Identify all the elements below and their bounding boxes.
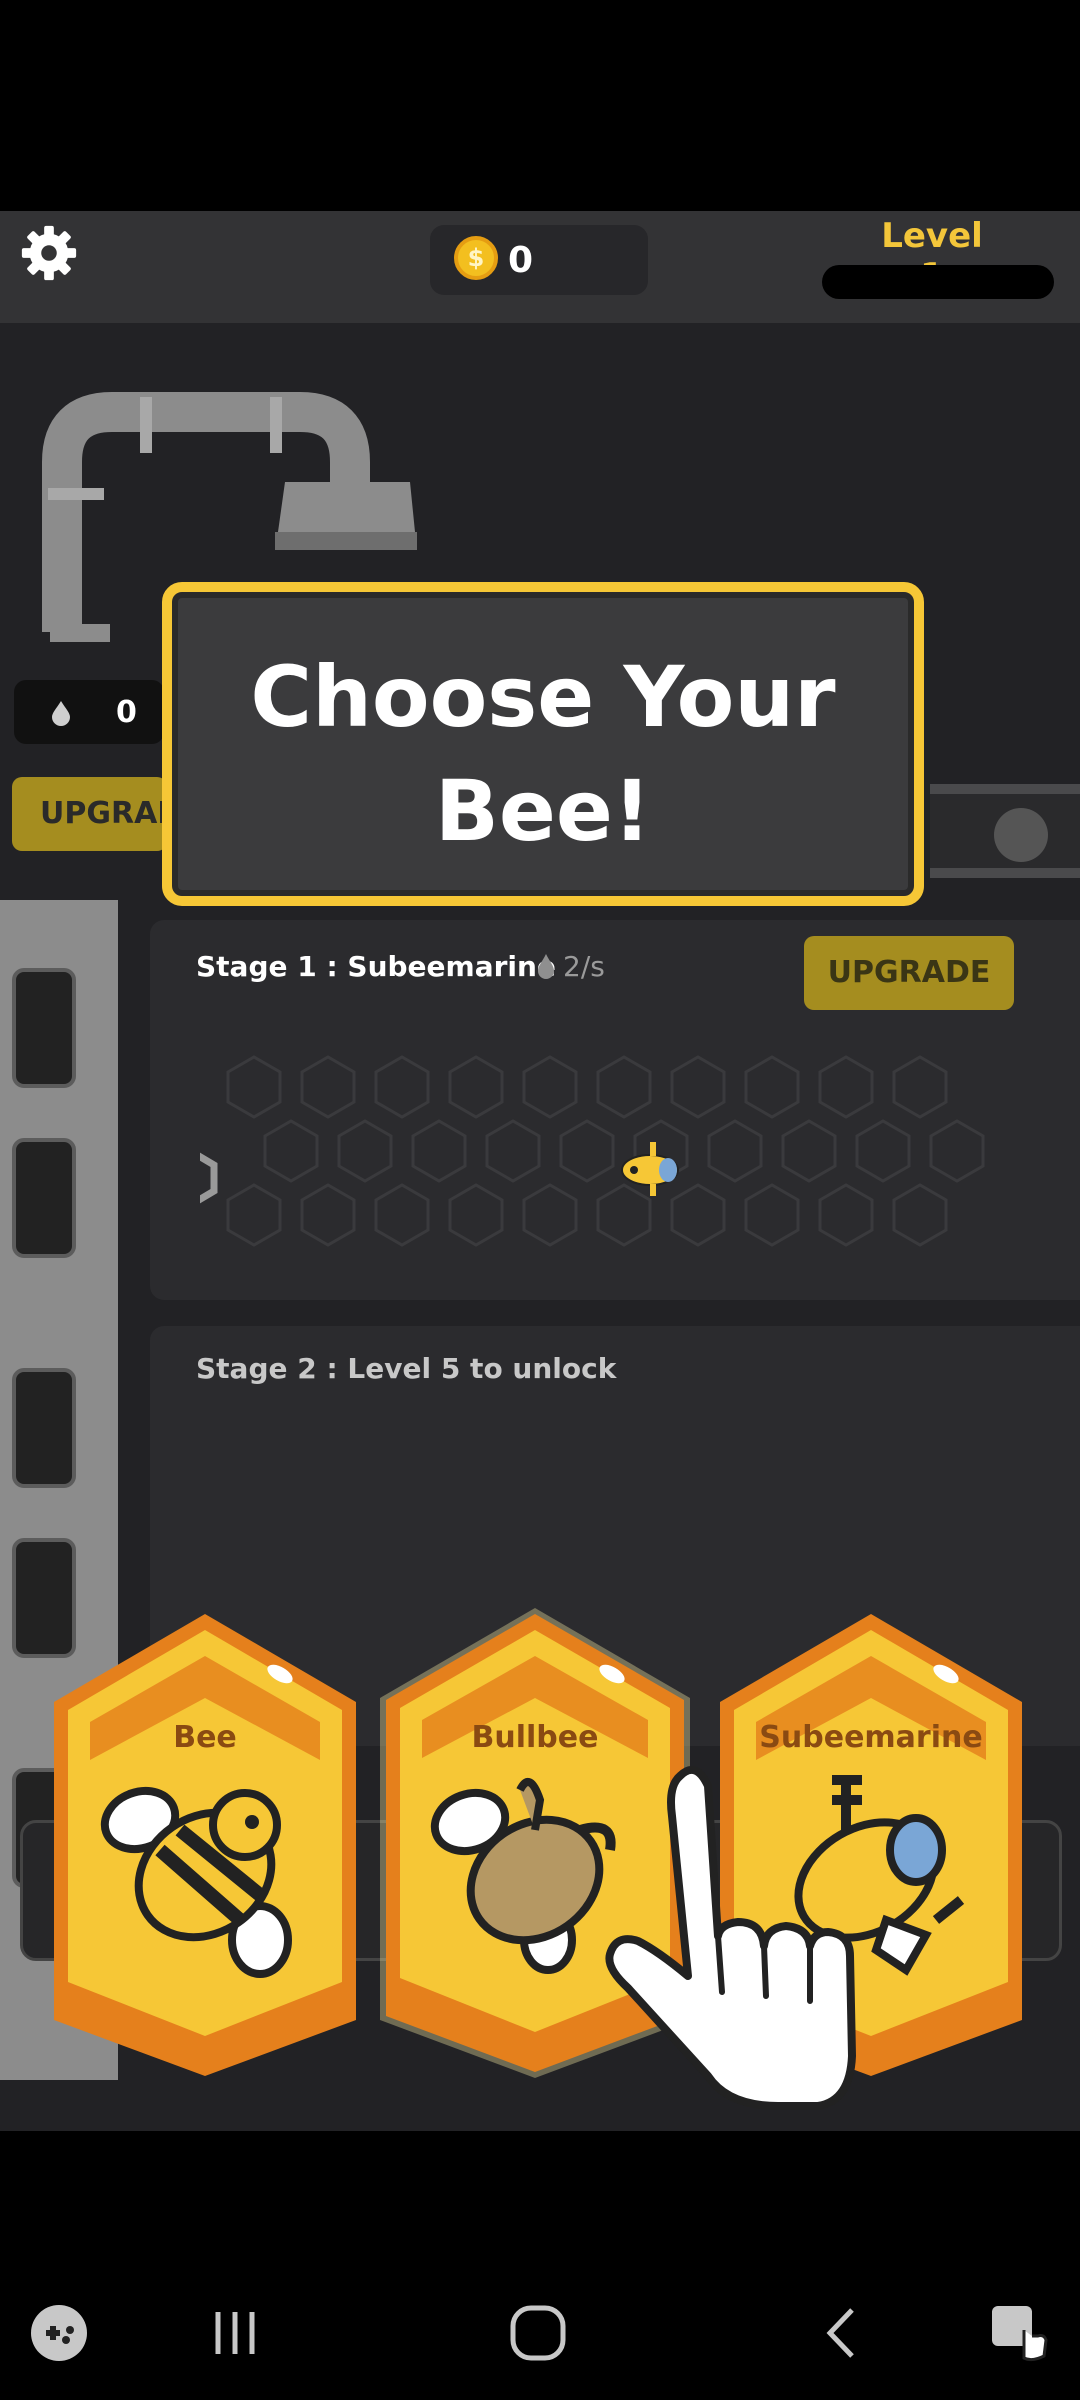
honey-amount-box xyxy=(14,680,164,744)
honey-drop-icon xyxy=(538,954,554,979)
dialog-title-line-1: Choose Your xyxy=(250,648,836,746)
level-progress-bar xyxy=(822,265,1054,299)
game-launcher-icon[interactable] xyxy=(26,2300,92,2366)
stage-1-upgrade-button[interactable]: UPGRADE xyxy=(804,936,1014,1010)
stage-1-title: Stage 1 : Subeemarine xyxy=(196,950,556,983)
conveyor-wheel-icon xyxy=(994,808,1048,862)
resource-upgrade-button[interactable]: UPGRAD xyxy=(12,777,167,851)
bee-card-label: Bee xyxy=(173,1720,237,1755)
stage-2-title: Stage 2 : Level 5 to unlock xyxy=(196,1352,617,1385)
recent-apps-icon[interactable] xyxy=(202,2300,268,2366)
bee-card-bee[interactable]: Bee xyxy=(50,1610,360,2080)
accessibility-icon[interactable] xyxy=(986,2300,1052,2366)
honey-amount: 0 xyxy=(116,695,137,730)
home-icon[interactable] xyxy=(505,2300,571,2366)
subeemarine-card-label: Subeemarine xyxy=(759,1720,983,1755)
gear-icon[interactable] xyxy=(18,222,80,284)
tower-window xyxy=(12,968,76,1088)
coin-value: 0 xyxy=(508,240,534,281)
dialog-title: Choose Your Bee! xyxy=(190,640,896,868)
pointing-hand-icon xyxy=(605,1765,856,2110)
tower-window xyxy=(12,1138,76,1258)
back-icon[interactable] xyxy=(810,2300,876,2366)
dialog-title-line-2: Bee! xyxy=(434,762,652,860)
honeycomb-grid xyxy=(200,1055,985,1247)
coin-icon: $ xyxy=(454,236,498,280)
stage-1-rate: 2/s xyxy=(563,950,605,983)
tower-window xyxy=(12,1368,76,1488)
honey-drop-icon xyxy=(52,701,70,726)
bullbee-card-label: Bullbee xyxy=(471,1720,599,1755)
bee-icon xyxy=(100,1786,292,1978)
